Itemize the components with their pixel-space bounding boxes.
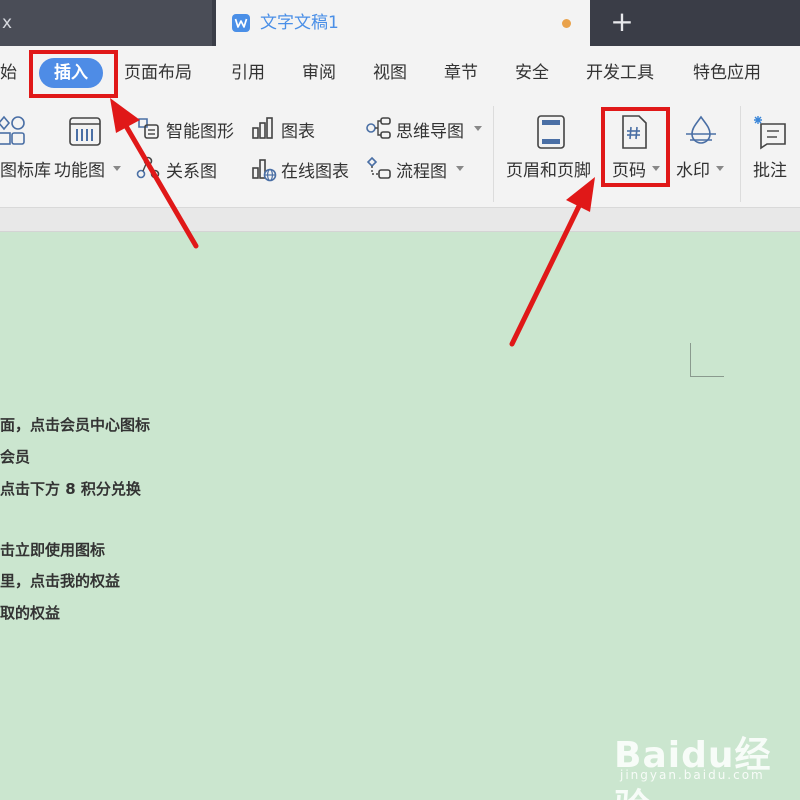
comment-label: 批注 <box>753 161 787 181</box>
online-chart-label: 在线图表 <box>281 162 349 182</box>
flowchart-icon <box>366 156 391 179</box>
highlight-insert-tab <box>29 50 118 98</box>
chart-button[interactable]: 图表 <box>251 116 327 142</box>
watermark-icon <box>686 115 716 144</box>
ribbon-footer <box>0 208 800 232</box>
header-footer-icon <box>537 115 565 149</box>
comment-button[interactable]: 批注 <box>753 114 797 200</box>
smart-graphic-button[interactable]: 智能图形 <box>136 116 242 142</box>
document-line-3: 点击下方 8 积分兑换 <box>0 480 141 498</box>
document-line-6: 取的权益 <box>0 604 61 622</box>
document-line-2: 会员 <box>0 448 31 466</box>
watermark-label: 水印 <box>676 161 710 181</box>
online-chart-icon <box>252 159 277 182</box>
flowchart-label: 流程图 <box>396 162 447 182</box>
tab-previous[interactable]: x <box>0 0 212 46</box>
header-footer-button[interactable]: 页眉和页脚 <box>506 114 598 200</box>
mind-map-button[interactable]: 思维导图 <box>366 116 484 142</box>
function-diagram-button[interactable]: 功能图 <box>54 114 122 200</box>
flowchart-button[interactable]: 流程图 <box>366 156 470 182</box>
chart-label: 图表 <box>281 122 315 142</box>
icon-library-icon <box>0 115 25 145</box>
menu-security[interactable]: 安全 <box>515 46 549 100</box>
highlight-page-number <box>601 107 670 187</box>
watermark-logo: Baidu经验 <box>614 735 772 800</box>
tab-document-title: 文字文稿1 <box>260 13 339 33</box>
menu-bar: 始 插入 页面布局 引用 审阅 视图 章节 安全 开发工具 特色应用 <box>0 46 800 100</box>
menu-view[interactable]: 视图 <box>373 46 407 100</box>
icon-library-label: 图标库 <box>0 161 51 181</box>
menu-review[interactable]: 审阅 <box>302 46 336 100</box>
document-line-1: 面，点击会员中心图标 <box>0 416 151 434</box>
document-line-5: 里，点击我的权益 <box>0 572 121 590</box>
chart-icon <box>252 117 273 139</box>
watermark-url: jingyan.baidu.com <box>620 768 765 782</box>
mind-map-dropdown-icon <box>474 126 482 131</box>
flowchart-dropdown-icon <box>456 166 464 171</box>
page-margin-mark <box>690 343 724 377</box>
unsaved-indicator-icon <box>562 19 571 28</box>
tab-document[interactable]: 文字文稿1 <box>216 0 590 46</box>
menu-start[interactable]: 始 <box>0 46 17 100</box>
watermark-button[interactable]: 水印 <box>676 114 732 200</box>
document-line-4: 击立即使用图标 <box>0 541 106 559</box>
wps-writer-icon <box>232 14 250 32</box>
mind-map-label: 思维导图 <box>396 122 464 142</box>
menu-developer-tools[interactable]: 开发工具 <box>586 46 654 100</box>
relation-diagram-label: 关系图 <box>166 162 217 182</box>
mind-map-icon <box>366 117 391 139</box>
menu-special-apps[interactable]: 特色应用 <box>693 46 761 100</box>
smart-graphic-icon <box>138 118 159 139</box>
relation-diagram-button[interactable]: 关系图 <box>136 156 226 182</box>
smart-graphic-label: 智能图形 <box>166 122 234 142</box>
function-diagram-dropdown-icon <box>113 166 121 171</box>
ribbon-separator <box>740 106 741 202</box>
function-diagram-icon <box>69 117 101 146</box>
tab-bar: x 文字文稿1 + <box>0 0 800 46</box>
online-chart-button[interactable]: 在线图表 <box>251 156 357 182</box>
function-diagram-label: 功能图 <box>54 161 105 181</box>
tab-previous-label: x <box>2 13 13 33</box>
menu-page-layout[interactable]: 页面布局 <box>124 46 192 100</box>
icon-library-button[interactable]: 图标库 <box>0 114 51 200</box>
watermark-dropdown-icon <box>716 166 724 171</box>
menu-section[interactable]: 章节 <box>444 46 478 100</box>
baidu-jingyan-watermark: Baidu经验 jingyan.baidu.com <box>614 718 794 800</box>
comment-icon <box>754 116 786 150</box>
ribbon-separator <box>493 106 494 202</box>
header-footer-label: 页眉和页脚 <box>506 161 591 181</box>
menu-references[interactable]: 引用 <box>231 46 265 100</box>
new-tab-button[interactable]: + <box>604 0 640 46</box>
relation-diagram-icon <box>136 156 160 179</box>
